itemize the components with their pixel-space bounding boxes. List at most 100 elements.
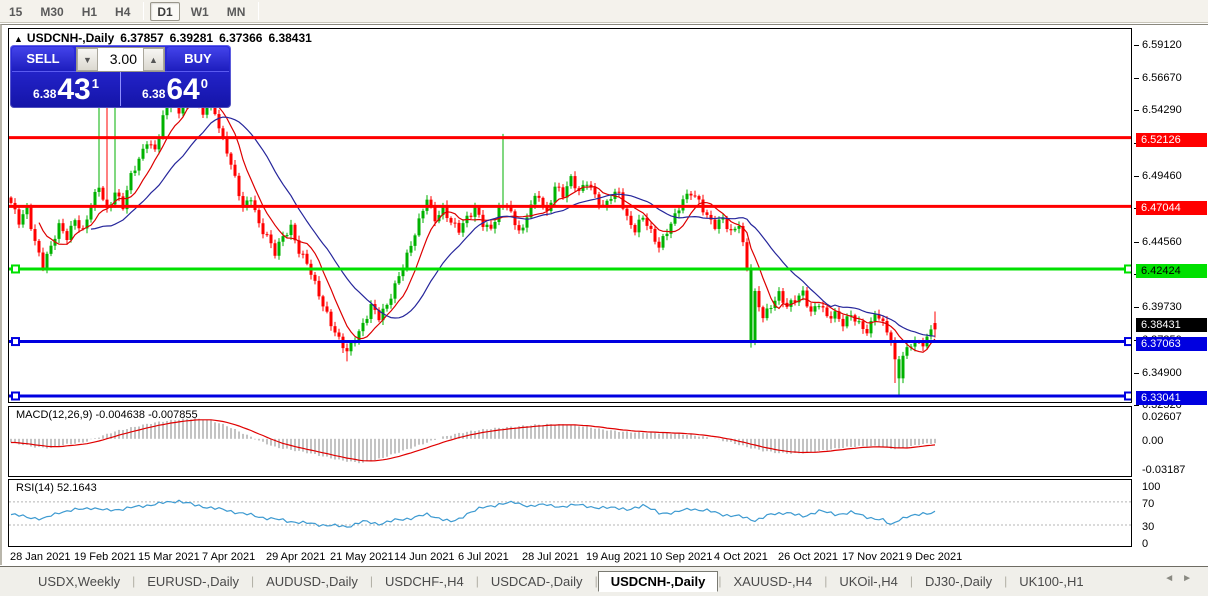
candle-body xyxy=(217,114,221,129)
timeframe-button-d1[interactable]: D1 xyxy=(150,1,180,21)
candle-body xyxy=(857,321,861,323)
axis-tick-label: 6.34900 xyxy=(1142,366,1182,379)
tab-ukoil-h4[interactable]: UKOil-,H4 xyxy=(827,572,910,591)
candle-body xyxy=(49,245,53,254)
toolbar-separator xyxy=(143,2,145,20)
candle-body xyxy=(841,318,845,327)
timeframe-button-mn[interactable]: MN xyxy=(220,2,253,21)
candle-body xyxy=(781,291,785,303)
candle-body xyxy=(901,355,905,379)
level-handle[interactable] xyxy=(11,337,20,347)
candle-body xyxy=(685,193,689,200)
rsi-indicator-canvas[interactable] xyxy=(8,479,1132,547)
candle-body xyxy=(809,306,813,312)
candle-body xyxy=(229,153,233,165)
candle-body xyxy=(829,316,833,319)
axis-tick-label: 6.39730 xyxy=(1142,301,1182,314)
candle-body xyxy=(405,252,409,269)
ask-price-button[interactable]: 6.38 64 0 xyxy=(121,72,229,106)
tab-usdx-weekly[interactable]: USDX,Weekly xyxy=(26,572,132,591)
candle-body xyxy=(101,187,105,200)
tabs-scroll-right-button[interactable]: ► xyxy=(1182,573,1200,584)
candle-body xyxy=(165,107,169,116)
candle-body xyxy=(145,144,149,149)
candle-body xyxy=(561,187,565,198)
candle-body xyxy=(821,306,825,308)
candle-body xyxy=(681,199,685,211)
axis-tick-label: 6.49460 xyxy=(1142,169,1182,182)
candle-body xyxy=(393,283,397,299)
macd-axis-label: 0.02607 xyxy=(1142,410,1182,423)
tab-usdcad-daily[interactable]: USDCAD-,Daily xyxy=(479,572,595,591)
candle-body xyxy=(881,318,885,321)
candle-body xyxy=(865,329,869,334)
axis-tick-label: 6.44560 xyxy=(1142,236,1182,249)
price-tag-6.38431: 6.38431 xyxy=(1136,318,1207,333)
candle-body xyxy=(297,240,301,254)
candle-body xyxy=(289,224,293,236)
candle-body xyxy=(609,198,613,201)
level-handle[interactable] xyxy=(1124,264,1132,274)
volume-decrease-button[interactable]: ▼ xyxy=(77,48,98,71)
date-label: 15 Mar 2021 xyxy=(138,551,200,563)
timeframe-button-w1[interactable]: W1 xyxy=(184,2,216,21)
tab-uk100-h1[interactable]: UK100-,H1 xyxy=(1007,572,1095,591)
candle-body xyxy=(337,332,341,337)
timeframe-button-m30[interactable]: M30 xyxy=(33,2,70,21)
level-handle[interactable] xyxy=(1124,337,1132,347)
candle-body xyxy=(905,347,909,356)
volume-increase-button[interactable]: ▲ xyxy=(143,48,164,71)
candle-body xyxy=(893,341,897,360)
buy-button[interactable]: BUY xyxy=(167,47,229,71)
tabs-scroll-left-button[interactable]: ◄ xyxy=(1164,573,1182,584)
candle-body xyxy=(33,229,37,241)
candle-body xyxy=(481,214,485,227)
rsi-label: RSI(14) 52.1643 xyxy=(16,482,97,494)
candle-body xyxy=(617,191,621,193)
candle-body xyxy=(745,242,749,269)
date-label: 10 Sep 2021 xyxy=(650,551,713,563)
candle-body xyxy=(569,176,573,187)
date-axis[interactable]: 28 Jan 2021 19 Feb 2021 15 Mar 2021 7 Apr 2… xyxy=(8,549,1132,566)
axis-tick xyxy=(1134,44,1139,46)
sell-button[interactable]: SELL xyxy=(12,47,74,71)
level-handle[interactable] xyxy=(11,264,20,274)
timeframe-button-15[interactable]: 15 xyxy=(2,2,29,21)
candle-body xyxy=(89,207,93,220)
candle-body xyxy=(69,225,73,241)
candle-body xyxy=(477,207,481,215)
rsi-axis-label: 100 xyxy=(1142,480,1161,493)
tab-usdcnh-daily[interactable]: USDCNH-,Daily xyxy=(597,570,719,592)
level-handle[interactable] xyxy=(11,391,20,401)
bid-price-prefix: 6.38 xyxy=(33,87,57,101)
bid-price-button[interactable]: 6.38 43 1 xyxy=(12,72,121,106)
candle-body xyxy=(817,306,821,308)
candle-body xyxy=(633,225,637,233)
candle-body xyxy=(653,228,657,242)
candle-body xyxy=(573,176,577,189)
candle-body xyxy=(537,195,541,198)
date-label: 28 Jul 2021 xyxy=(522,551,579,563)
tab-dj30-daily[interactable]: DJ30-,Daily xyxy=(913,572,1004,591)
candle-body xyxy=(657,241,661,248)
timeframe-button-h4[interactable]: H4 xyxy=(108,2,137,21)
candle-body xyxy=(93,191,97,208)
level-handle[interactable] xyxy=(1124,391,1132,401)
date-label: 7 Apr 2021 xyxy=(202,551,256,563)
tab-usdchf-h4[interactable]: USDCHF-,H4 xyxy=(373,572,476,591)
axis-tick-label: 6.56670 xyxy=(1142,72,1182,85)
candle-body xyxy=(717,219,721,229)
candle-body xyxy=(97,187,101,192)
candle-body xyxy=(677,210,681,214)
price-tag-6.37063: 6.37063 xyxy=(1136,336,1207,351)
candle-body xyxy=(553,186,557,203)
ohlc-high: 6.39281 xyxy=(169,31,214,45)
candle-body xyxy=(133,170,137,174)
tab-audusd-daily[interactable]: AUDUSD-,Daily xyxy=(254,572,370,591)
price-axis[interactable]: 6.591206.566706.542906.518706.494606.470… xyxy=(1133,28,1208,566)
volume-input[interactable]: 3.00 xyxy=(98,48,143,71)
tab-eurusd-daily[interactable]: EURUSD-,Daily xyxy=(135,572,251,591)
timeframe-button-h1[interactable]: H1 xyxy=(75,2,104,21)
tab-xauusd-h4[interactable]: XAUUSD-,H4 xyxy=(721,572,824,591)
collapse-arrow-icon[interactable]: ▲ xyxy=(14,34,23,44)
